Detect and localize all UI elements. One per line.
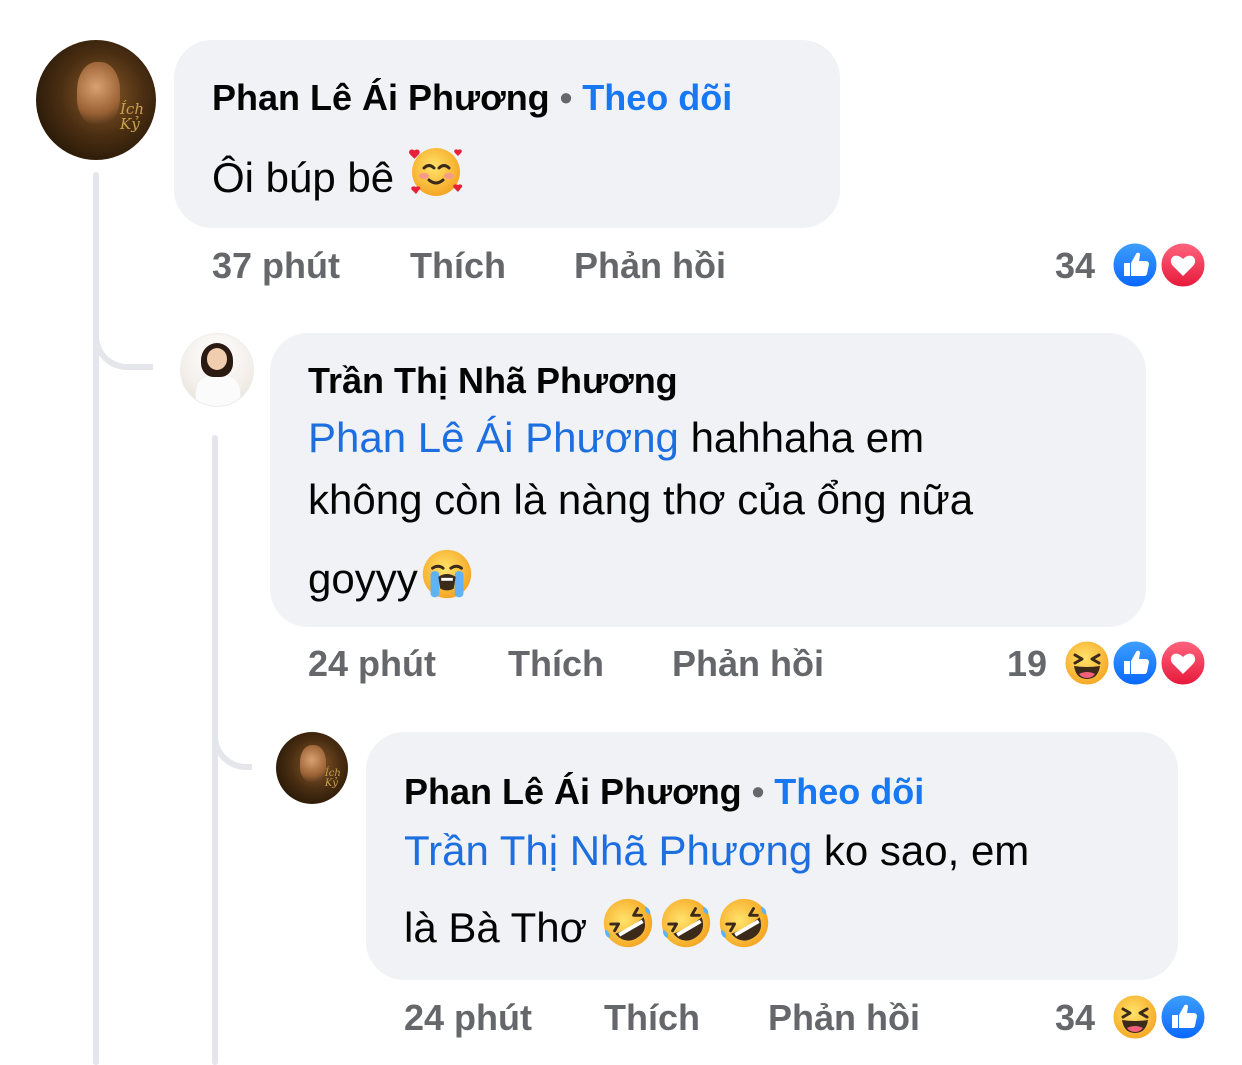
- comment-text: Trần Thị Nhã Phương ko sao, em là Bà Thơ: [404, 820, 1174, 969]
- comment-author[interactable]: Phan Lê Ái Phương: [404, 771, 742, 812]
- avatar-watermark: Ích Kỷ: [120, 100, 144, 134]
- reply-button[interactable]: Phản hồi: [672, 644, 824, 684]
- rolling-on-floor-laughing-icon: [715, 894, 773, 969]
- comment-author-line: Phan Lê Ái Phương • Theo dõi: [212, 78, 732, 118]
- reply-button[interactable]: Phản hồi: [574, 246, 726, 286]
- separator-dot: •: [559, 77, 573, 118]
- comment-bubble: Phan Lê Ái Phương • Theo dõi Trần Thị Nhã …: [366, 732, 1178, 980]
- reaction-count[interactable]: 34: [1020, 246, 1095, 286]
- comment-author[interactable]: Trần Thị Nhã Phương: [308, 361, 678, 401]
- timestamp[interactable]: 37 phút: [212, 246, 340, 286]
- like-button[interactable]: Thích: [604, 998, 700, 1038]
- rolling-on-floor-laughing-icon: [599, 894, 657, 969]
- like-reaction-icon[interactable]: [1110, 240, 1160, 290]
- comment-bubble: Phan Lê Ái Phương • Theo dõi Ôi búp bê: [174, 40, 840, 228]
- loudly-crying-face-icon: [418, 545, 476, 620]
- avatar-face: [206, 348, 228, 370]
- love-reaction-icon[interactable]: [1158, 240, 1208, 290]
- avatar[interactable]: [180, 333, 254, 407]
- reply-button[interactable]: Phản hồi: [768, 998, 920, 1038]
- like-reaction-icon[interactable]: [1110, 638, 1160, 688]
- separator-dot: •: [751, 771, 765, 812]
- comment-actions: 37 phút Thích Phản hồi: [212, 246, 812, 286]
- avatar-watermark: Ích Kỷ: [324, 768, 341, 790]
- timestamp[interactable]: 24 phút: [308, 644, 436, 684]
- avatar[interactable]: Ích Kỷ: [276, 732, 348, 804]
- reaction-count[interactable]: 34: [1020, 998, 1095, 1038]
- comment-text: Ôi búp bê: [212, 142, 466, 219]
- haha-reaction-icon[interactable]: [1110, 992, 1160, 1042]
- mention-link[interactable]: Phan Lê Ái Phương: [308, 414, 679, 461]
- timestamp[interactable]: 24 phút: [404, 998, 532, 1038]
- thread-elbow-reply-1: [93, 290, 153, 370]
- comment-text-line: goyyy: [308, 555, 418, 602]
- comment-author-line: Phan Lê Ái Phương • Theo dõi: [404, 772, 924, 812]
- like-button[interactable]: Thích: [508, 644, 604, 684]
- comment-bubble: Trần Thị Nhã Phương Phan Lê Ái Phương ha…: [270, 333, 1146, 627]
- haha-reaction-icon[interactable]: [1062, 638, 1112, 688]
- comment-actions: 24 phút Thích Phản hồi: [308, 644, 908, 684]
- comment-text: Phan Lê Ái Phương hahhaha em không còn l…: [308, 407, 1128, 620]
- like-reaction-icon[interactable]: [1158, 992, 1208, 1042]
- avatar-body: [195, 373, 241, 406]
- love-reaction-icon[interactable]: [1158, 638, 1208, 688]
- comment-text-line: hahhaha em: [678, 414, 925, 461]
- comment-author[interactable]: Phan Lê Ái Phương: [212, 77, 550, 118]
- comment-text-line: ko sao, em: [812, 827, 1030, 874]
- avatar-face: [300, 744, 327, 783]
- comment-text-body: Ôi búp bê: [212, 154, 395, 201]
- like-button[interactable]: Thích: [410, 246, 506, 286]
- follow-button[interactable]: Theo dõi: [774, 771, 924, 812]
- smiling-face-with-hearts-icon: [406, 142, 466, 219]
- reaction-count[interactable]: 19: [975, 644, 1047, 684]
- follow-button[interactable]: Theo dõi: [582, 77, 732, 118]
- thread-elbow-reply-2: [212, 700, 252, 770]
- comment-text-line: không còn là nàng thơ của ổng nữa: [308, 476, 974, 523]
- avatar-face: [76, 61, 120, 124]
- rolling-on-floor-laughing-icon: [657, 894, 715, 969]
- mention-link[interactable]: Trần Thị Nhã Phương: [404, 827, 812, 874]
- comment-text-line: là Bà Thơ: [404, 904, 588, 951]
- avatar[interactable]: Ích Kỷ: [36, 40, 156, 160]
- comment-actions: 24 phút Thích Phản hồi: [404, 998, 1004, 1038]
